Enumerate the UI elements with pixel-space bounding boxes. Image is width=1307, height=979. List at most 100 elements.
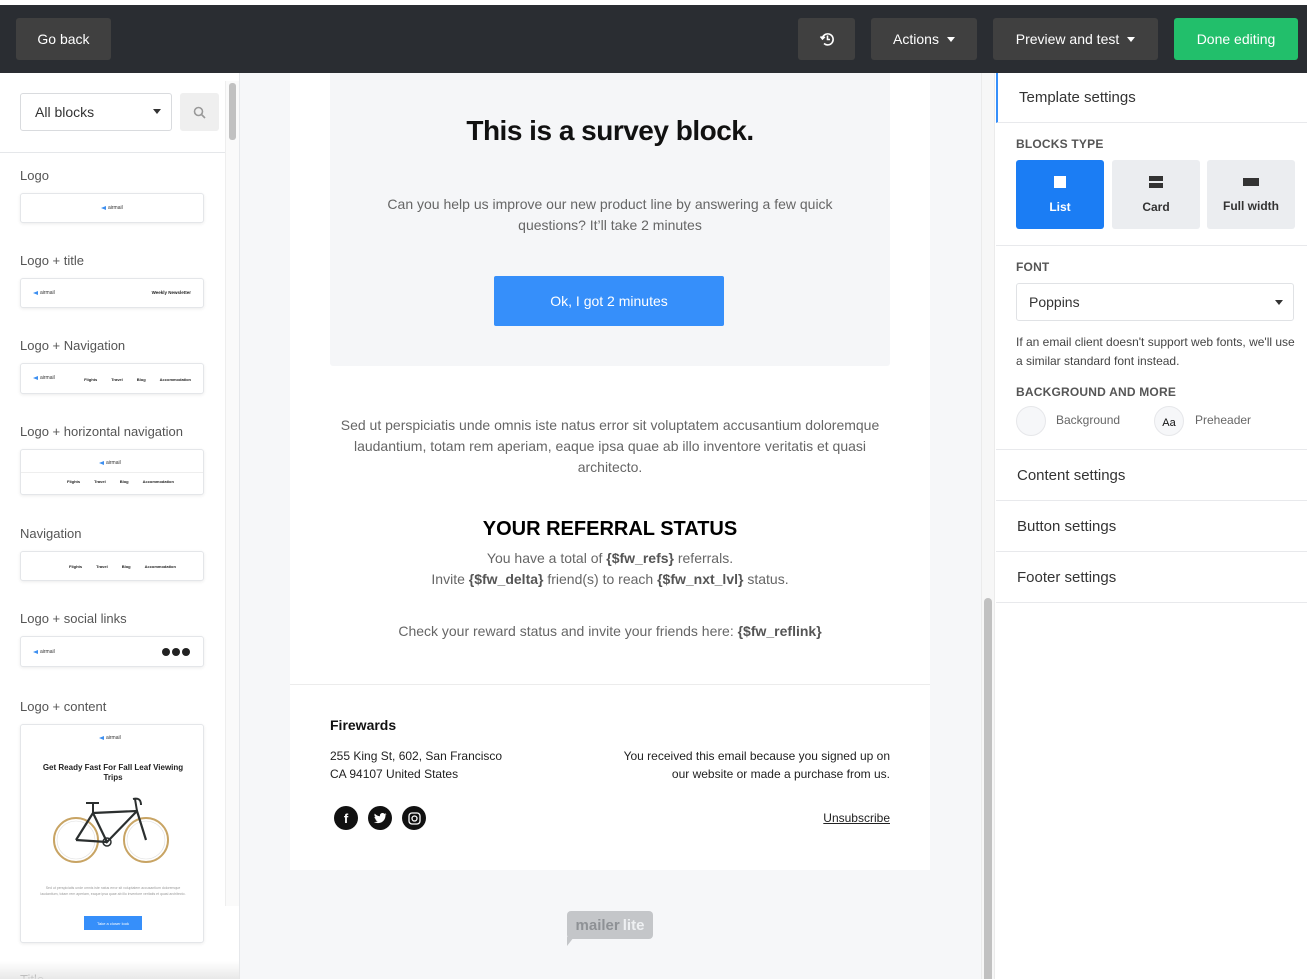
blocks-type-card[interactable]: Card	[1112, 160, 1200, 229]
airmail-logo: airmail	[101, 205, 123, 211]
block-preview[interactable]: Flights Travel Blog Accommodation	[20, 551, 204, 581]
preheader-option-label[interactable]: Preheader	[1195, 413, 1251, 427]
blocks-type-label: Full width	[1223, 198, 1279, 213]
block-item-logo-content[interactable]: Logo + content airmail Get Ready Fast Fo…	[20, 699, 204, 943]
instagram-icon	[182, 648, 190, 656]
font-help-text: If an email client doesn't support web f…	[1016, 335, 1295, 368]
actions-dropdown[interactable]: Actions	[871, 18, 977, 60]
block-item-logo[interactable]: Logo airmail	[20, 168, 204, 223]
text-block[interactable]: Sed ut perspiciatis unde omnis iste natu…	[330, 415, 890, 478]
airmail-logo: airmail	[33, 375, 55, 381]
block-preview[interactable]: airmail Flights Travel Blog Accommodation	[20, 363, 204, 394]
text: referrals.	[673, 550, 734, 566]
mini-nav: Flights Travel Blog Accommodation	[69, 564, 176, 569]
caret-down-icon	[1275, 300, 1283, 305]
airmail-logo: airmail	[33, 290, 55, 296]
section-label: Footer settings	[1017, 568, 1117, 586]
merge-tag: {$fw_refs}	[606, 550, 674, 566]
referral-title: YOUR REFERRAL STATUS	[482, 518, 738, 540]
nav-item: Travel	[111, 377, 123, 382]
referral-line-2: Invite {$fw_delta} friend(s) to reach {$…	[290, 571, 930, 587]
instagram-icon[interactable]	[402, 806, 426, 830]
block-label: Logo + social links	[20, 611, 127, 626]
content-settings-section[interactable]: Content settings	[996, 450, 1307, 501]
blocks-filter-select[interactable]: All blocks	[20, 93, 172, 131]
preheader-swatch[interactable]: Aa	[1154, 406, 1184, 436]
block-item-navigation[interactable]: Navigation Flights Travel Blog Accommodatio…	[20, 526, 204, 581]
social-links: f	[334, 806, 426, 830]
plane-icon	[99, 736, 104, 740]
panel-title: Template settings	[1019, 89, 1136, 106]
list-layout-icon	[1054, 175, 1066, 188]
text: friend(s) to reach	[543, 571, 658, 587]
search-button[interactable]	[180, 93, 219, 131]
mailerlite-logo: mailer lite	[567, 911, 653, 939]
nav-item: Flights	[69, 564, 83, 569]
company-name: Firewards	[330, 717, 397, 733]
survey-button[interactable]: Ok, I got 2 minutes	[494, 276, 724, 326]
mini-title: Weekly Newsletter	[151, 290, 191, 295]
block-item-logo-title[interactable]: Logo + title airmail Weekly Newsletter	[20, 253, 204, 308]
plane-icon	[99, 461, 104, 465]
block-item-logo-navigation[interactable]: Logo + Navigation airmail Flights Travel B…	[20, 338, 204, 394]
block-item-logo-social-links[interactable]: Logo + social links airmail	[20, 611, 204, 667]
mini-social-icons	[162, 648, 190, 656]
sidebar-scrollbar[interactable]	[225, 81, 239, 906]
nav-item: Flights	[67, 479, 81, 484]
background-option-label[interactable]: Background	[1056, 413, 1120, 427]
airmail-logo: airmail	[99, 735, 121, 741]
logo-text: airmail	[106, 460, 121, 466]
email-footer[interactable]: Firewards 255 King St, 602, San Francisc…	[290, 684, 930, 870]
address-line: CA 94107 United States	[330, 767, 459, 781]
twitter-icon[interactable]	[368, 806, 392, 830]
facebook-icon[interactable]: f	[334, 806, 358, 830]
footer-settings-section[interactable]: Footer settings	[996, 552, 1307, 603]
canvas-scrollbar-thumb[interactable]	[984, 598, 992, 979]
logo-text: airmail	[40, 290, 55, 296]
blocks-filter-value: All blocks	[35, 104, 95, 120]
background-color-swatch[interactable]	[1016, 406, 1046, 436]
text: status.	[743, 571, 789, 587]
full-width-layout-icon	[1243, 177, 1259, 186]
go-back-button[interactable]: Go back	[16, 18, 111, 60]
block-label: Logo + content	[20, 699, 107, 714]
nav-item: Accommodation	[142, 479, 174, 484]
block-preview[interactable]: airmail Get Ready Fast For Fall Leaf Vie…	[20, 724, 204, 943]
logo-tail	[567, 937, 574, 946]
caret-down-icon	[946, 37, 955, 42]
airmail-logo: airmail	[33, 649, 55, 655]
top-toolbar: Go back Actions Preview and test Done ed…	[0, 5, 1307, 73]
plane-icon	[101, 206, 106, 210]
email-canvas: This is a survey block. Can you help us …	[240, 73, 985, 979]
mini-button: Take a closer look	[84, 916, 142, 930]
survey-text: Can you help us improve our new product …	[387, 196, 833, 233]
history-button[interactable]	[798, 18, 855, 60]
mini-nav: Flights Travel Blog Accommodation	[67, 479, 174, 484]
button-settings-section[interactable]: Button settings	[996, 501, 1307, 552]
template-settings-header[interactable]: Template settings	[996, 73, 1307, 123]
unsubscribe-link[interactable]: Unsubscribe	[823, 811, 890, 825]
block-preview[interactable]: airmail	[20, 636, 204, 667]
nav-item: Blog	[119, 479, 129, 484]
logo-text: airmail	[108, 205, 123, 211]
caret-down-icon	[1127, 37, 1136, 42]
mini-title: Get Ready Fast For Fall Leaf Viewing Tri…	[42, 763, 184, 782]
sidebar-header: All blocks	[0, 73, 239, 153]
merge-tag: {$fw_nxt_lvl}	[657, 571, 744, 587]
font-label: FONT	[1016, 260, 1050, 274]
font-select[interactable]: Poppins	[1016, 283, 1294, 321]
blocks-type-label: BLOCKS TYPE	[1016, 137, 1104, 151]
preview-and-test-dropdown[interactable]: Preview and test	[993, 18, 1158, 60]
sidebar-scrollbar-thumb[interactable]	[229, 83, 236, 140]
done-editing-button[interactable]: Done editing	[1174, 18, 1298, 60]
block-preview[interactable]: airmail Flights Travel Blog Accommodation	[20, 449, 204, 495]
blocks-type-list[interactable]: List	[1016, 160, 1104, 229]
section-label: Button settings	[1017, 517, 1117, 535]
block-preview[interactable]: airmail Weekly Newsletter	[20, 278, 204, 308]
block-item-logo-horizontal-navigation[interactable]: Logo + horizontal navigation airmail Fli…	[20, 424, 204, 495]
logo-text: airmail	[40, 649, 55, 655]
survey-block[interactable]: This is a survey block. Can you help us …	[330, 73, 890, 366]
caret-down-icon	[153, 109, 161, 114]
blocks-type-full-width[interactable]: Full width	[1207, 160, 1295, 229]
block-preview[interactable]: airmail	[20, 193, 204, 223]
